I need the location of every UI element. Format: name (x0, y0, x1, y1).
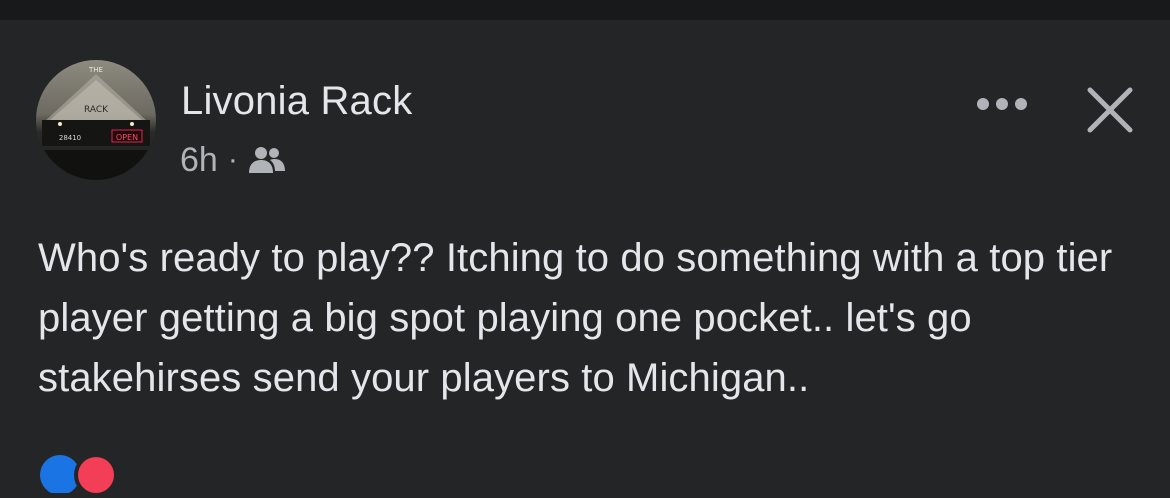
post-card: THE RACK 28410 OPEN Livonia Rack 6h · Wh… (0, 20, 1170, 497)
top-bar (0, 0, 1170, 20)
avatar-open-sign: OPEN (116, 133, 138, 142)
more-options-button[interactable] (972, 84, 1032, 124)
avatar-address: 28410 (59, 134, 81, 142)
friends-icon[interactable] (248, 145, 286, 175)
reaction-icons[interactable] (36, 453, 156, 497)
post-meta: 6h · (180, 138, 286, 182)
close-icon (1087, 87, 1133, 133)
post-body-text: Who's ready to play?? Itching to do some… (38, 236, 1113, 400)
avatar-image: THE RACK 28410 OPEN (36, 60, 156, 180)
post-time[interactable]: 6h (180, 141, 218, 180)
meta-separator: · (227, 143, 238, 176)
avatar-sign-top: THE (88, 66, 103, 74)
avatar-sign-main: RACK (84, 105, 109, 115)
love-reaction-icon (74, 453, 118, 497)
author-name[interactable]: Livonia Rack (181, 78, 412, 124)
like-reaction-icon (40, 455, 80, 495)
avatar[interactable]: THE RACK 28410 OPEN (36, 60, 156, 180)
more-horizontal-icon (977, 98, 1027, 110)
close-button[interactable] (1082, 82, 1138, 138)
